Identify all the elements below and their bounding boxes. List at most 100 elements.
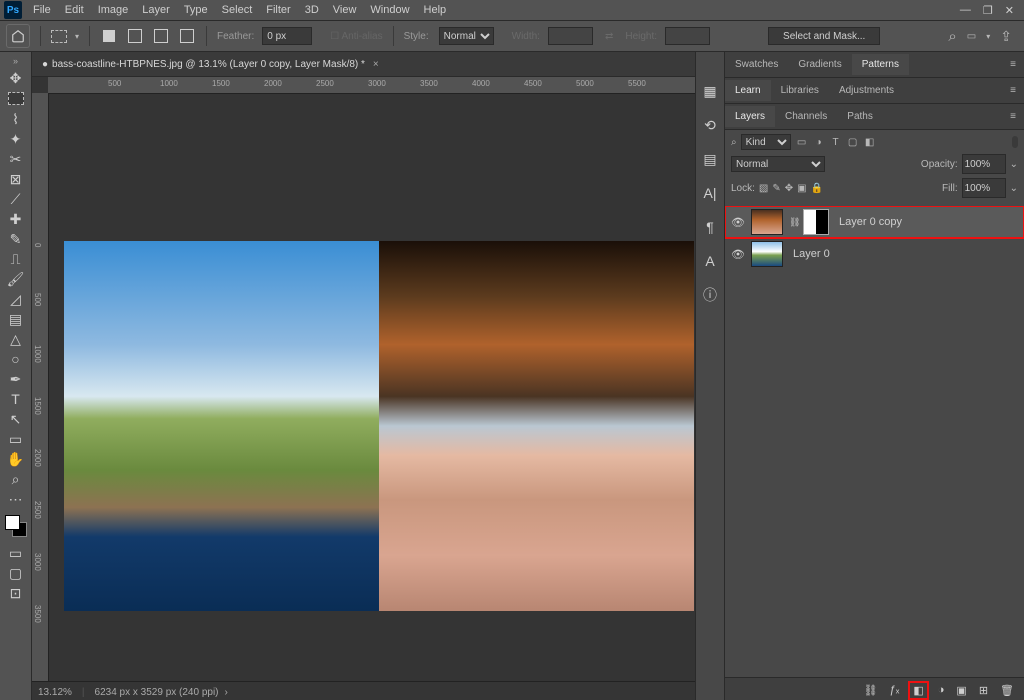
menu-window[interactable]: Window <box>363 2 416 18</box>
home-button[interactable] <box>6 24 30 48</box>
chevron-down-icon[interactable]: ⌄ <box>1010 183 1018 194</box>
tool-gradient[interactable]: ▤ <box>4 309 28 329</box>
tool-marquee[interactable] <box>8 92 24 105</box>
tool-stamp[interactable]: ⎍ <box>4 249 28 269</box>
ruler-vertical[interactable]: 0500 10001500 20002500 30003500 <box>32 93 49 681</box>
tab-gradients[interactable]: Gradients <box>788 54 851 75</box>
layer-fx-icon[interactable]: ƒₓ <box>890 684 900 696</box>
filter-adjust-icon[interactable]: ◑ <box>812 137 826 148</box>
layer-thumbnail[interactable] <box>751 209 783 235</box>
lock-pixels-icon[interactable]: ✎ <box>772 183 780 194</box>
link-layers-icon[interactable]: ⛓ <box>864 684 878 697</box>
current-tool-icon[interactable] <box>51 30 67 43</box>
layer-name[interactable]: Layer 0 copy <box>839 216 902 228</box>
menu-edit[interactable]: Edit <box>58 2 91 18</box>
status-chevron-icon[interactable]: › <box>225 687 228 698</box>
filter-toggle[interactable] <box>1012 136 1018 148</box>
tool-type[interactable]: T <box>4 389 28 409</box>
lock-all-icon[interactable]: 🔒 <box>811 183 823 194</box>
tab-patterns[interactable]: Patterns <box>852 54 909 75</box>
new-layer-icon[interactable]: ⊞ <box>979 684 988 697</box>
rail-paragraph-icon[interactable]: ¶ <box>701 218 719 236</box>
blend-mode-select[interactable]: Normal <box>731 156 825 172</box>
intersect-selection-icon[interactable] <box>178 27 196 45</box>
add-mask-icon[interactable]: ◧ <box>911 684 925 697</box>
menu-3d[interactable]: 3D <box>298 2 326 18</box>
menu-help[interactable]: Help <box>417 2 454 18</box>
layer-name[interactable]: Layer 0 <box>793 248 830 260</box>
tab-swatches[interactable]: Swatches <box>725 54 788 75</box>
status-zoom[interactable]: 13.12% <box>38 687 72 698</box>
tab-adjustments[interactable]: Adjustments <box>829 80 904 101</box>
menu-filter[interactable]: Filter <box>259 2 297 18</box>
tab-paths[interactable]: Paths <box>837 106 883 127</box>
panel-menu-icon[interactable]: ≡ <box>1002 85 1024 96</box>
status-doc-info[interactable]: 6234 px x 3529 px (240 ppi) <box>95 687 219 698</box>
tab-libraries[interactable]: Libraries <box>771 80 829 101</box>
share-icon[interactable]: ⇪ <box>1000 28 1012 45</box>
tool-eraser[interactable]: ◿ <box>4 289 28 309</box>
tool-hand[interactable]: ✋ <box>4 449 28 469</box>
ruler-horizontal[interactable]: 5001000 15002000 25003000 35004000 45005… <box>48 77 695 94</box>
foreground-color[interactable] <box>5 515 20 530</box>
lock-artboard-icon[interactable]: ▣ <box>797 183 806 194</box>
subtract-selection-icon[interactable] <box>152 27 170 45</box>
tab-learn[interactable]: Learn <box>725 80 771 101</box>
tool-frame[interactable]: ⊠ <box>4 169 28 189</box>
tool-lasso[interactable]: ⌇ <box>4 109 28 129</box>
tab-close-icon[interactable]: × <box>373 59 379 70</box>
tool-dodge[interactable]: ○ <box>4 349 28 369</box>
chevron-down-icon[interactable]: ▾ <box>986 32 990 41</box>
visibility-icon[interactable]: 👁 <box>731 248 745 261</box>
lock-position-icon[interactable]: ✥ <box>785 183 793 194</box>
search-icon[interactable]: ⌕ <box>948 28 956 45</box>
add-selection-icon[interactable] <box>126 27 144 45</box>
rail-glyphs-icon[interactable]: A <box>701 252 719 270</box>
filter-type-icon[interactable]: T <box>829 137 843 148</box>
foreground-background-colors[interactable] <box>5 515 27 537</box>
tool-heal[interactable]: ✚ <box>4 209 28 229</box>
document-tab[interactable]: bass-coastline-HTBPNES.jpg @ 13.1% (Laye… <box>52 59 365 70</box>
layer-filter-kind[interactable]: Kind <box>741 134 791 150</box>
tool-wand[interactable]: ✦ <box>4 129 28 149</box>
layer-row[interactable]: 👁 ⛓ Layer 0 copy <box>725 206 1024 238</box>
select-and-mask-button[interactable]: Select and Mask... <box>768 27 880 45</box>
fill-input[interactable] <box>962 178 1006 198</box>
tool-pen[interactable]: ✒ <box>4 369 28 389</box>
menu-image[interactable]: Image <box>91 2 136 18</box>
document-canvas[interactable] <box>64 241 694 611</box>
tool-history-brush[interactable]: 🖌 <box>4 269 28 289</box>
tool-eyedropper[interactable]: ⟋ <box>4 189 28 209</box>
tool-crop[interactable]: ✂ <box>4 149 28 169</box>
edit-quick-icon[interactable]: ▢ <box>4 563 28 583</box>
window-minimize-icon[interactable]: — <box>960 4 971 17</box>
feather-input[interactable] <box>262 27 312 45</box>
menu-select[interactable]: Select <box>215 2 260 18</box>
menu-view[interactable]: View <box>326 2 364 18</box>
lock-transparent-icon[interactable]: ▧ <box>759 183 768 194</box>
tab-channels[interactable]: Channels <box>775 106 837 127</box>
layer-mask-thumbnail[interactable] <box>803 209 829 235</box>
panel-menu-icon[interactable]: ≡ <box>1002 111 1024 122</box>
visibility-icon[interactable]: 👁 <box>731 216 745 229</box>
filter-pixel-icon[interactable]: ▭ <box>795 137 809 148</box>
tool-path[interactable]: ↖ <box>4 409 28 429</box>
rail-info-icon[interactable]: ⓘ <box>701 286 719 304</box>
panel-menu-icon[interactable]: ≡ <box>1002 59 1024 70</box>
screen-mode-icon[interactable]: ▭ <box>967 31 976 42</box>
group-layers-icon[interactable]: ▣ <box>956 684 966 697</box>
edit-screen-icon[interactable]: ⊡ <box>4 583 28 603</box>
menu-file[interactable]: File <box>26 2 58 18</box>
adjustment-layer-icon[interactable]: ◑ <box>938 684 945 696</box>
tool-shape[interactable]: ▭ <box>4 429 28 449</box>
menu-layer[interactable]: Layer <box>135 2 177 18</box>
chevron-down-icon[interactable]: ▾ <box>75 32 79 41</box>
opacity-input[interactable] <box>962 154 1006 174</box>
search-icon[interactable]: ⌕ <box>731 137 737 148</box>
window-close-icon[interactable]: ✕ <box>1005 4 1014 17</box>
tool-brush[interactable]: ✎ <box>4 229 28 249</box>
rail-properties-icon[interactable]: ▤ <box>701 150 719 168</box>
tool-zoom[interactable]: ⌕ <box>4 469 28 489</box>
style-select[interactable]: Normal <box>439 27 494 45</box>
filter-smart-icon[interactable]: ◧ <box>863 137 877 148</box>
